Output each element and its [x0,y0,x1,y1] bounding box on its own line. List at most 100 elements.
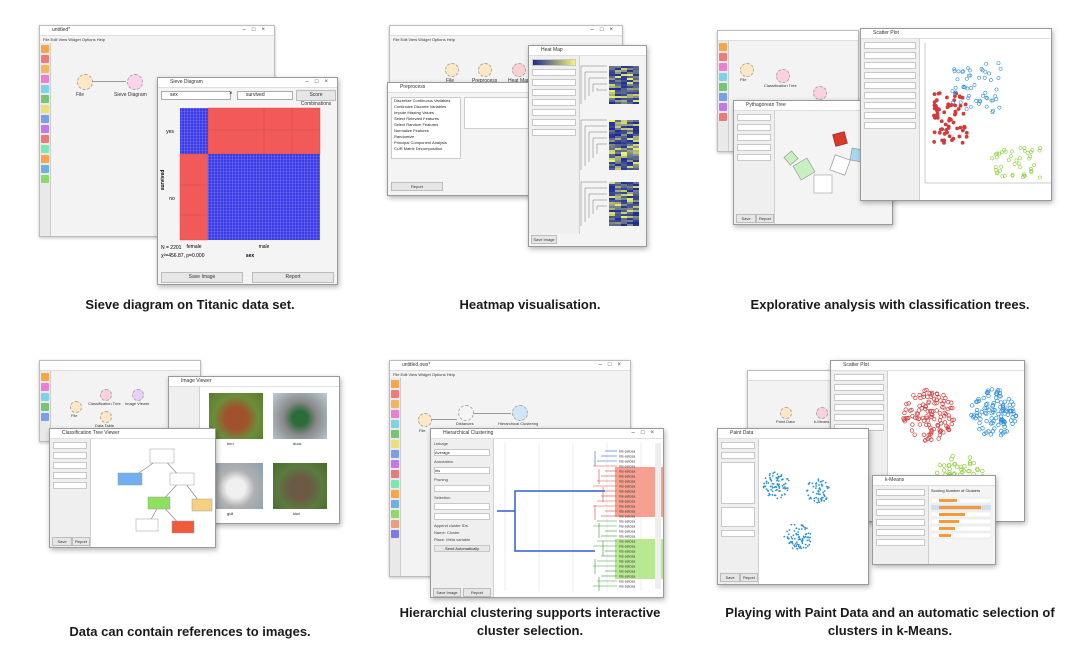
control-field[interactable] [532,79,576,86]
toolbox-icon[interactable] [719,43,727,51]
toolbox-icon[interactable] [41,125,49,133]
control-field[interactable] [532,99,576,106]
control-field[interactable] [721,462,755,504]
control-field[interactable] [532,109,576,116]
report-button[interactable]: Report [72,537,90,546]
widget-toolbox[interactable] [40,43,51,236]
control-field[interactable] [532,119,576,126]
menubar[interactable]: File Edit View Widget Options Help [390,36,622,43]
control-field[interactable] [53,442,87,449]
attr-x-select[interactable]: sex [161,91,231,100]
window-controls[interactable]: –□× [591,26,619,35]
paint-controls[interactable] [718,439,759,584]
toolbox-icon[interactable] [41,165,49,173]
toolbox-icon[interactable] [41,65,49,73]
preprocess-window[interactable]: Preprocess Discretize Continuous Variabl… [387,82,539,196]
file-node[interactable] [740,63,754,77]
hclust-controls[interactable]: Linkage Average Annotation iris Pruning … [431,439,494,597]
control-field[interactable] [864,82,916,89]
control-field[interactable] [53,452,87,459]
window-controls[interactable]: –□× [243,26,271,35]
scatter-plot-window[interactable]: Scatter Plot [860,28,1052,201]
control-field[interactable] [834,404,884,411]
toolbox-icon[interactable] [719,113,727,121]
file-node[interactable] [418,413,432,427]
control-field[interactable] [721,442,755,449]
control-field[interactable] [876,519,925,526]
menubar[interactable]: File Edit View Widget Options Help [40,36,274,43]
control-field[interactable] [876,489,925,496]
save-image-button[interactable]: Save Image [433,588,461,597]
window-controls[interactable]: –□× [632,429,660,438]
toolbox-icon[interactable] [41,95,49,103]
control-field[interactable] [864,122,916,129]
tree-node[interactable] [776,69,790,83]
toolbox-icon[interactable] [391,460,399,468]
viewer-node[interactable] [813,86,827,100]
control-field[interactable] [721,452,755,459]
heatmap-node[interactable] [512,63,526,77]
toolbox-icon[interactable] [41,155,49,163]
toolbox-icon[interactable] [41,145,49,153]
control-field[interactable] [834,414,884,421]
paint-canvas[interactable] [760,441,868,581]
control-field[interactable] [864,112,916,119]
kmeans-controls[interactable] [873,486,929,564]
toolbox-icon[interactable] [391,450,399,458]
swap-symbol[interactable]: × [229,91,233,97]
data-table-node[interactable] [100,411,112,423]
control-field[interactable] [864,92,916,99]
linkage-select[interactable]: Average [434,449,490,456]
save-image-button[interactable]: Save Image [720,573,740,584]
report-button[interactable]: Report [391,182,443,191]
toolbox-icon[interactable] [719,83,727,91]
control-field[interactable] [53,462,87,469]
tree-controls[interactable] [734,111,775,224]
widget-toolbox[interactable] [390,378,401,576]
toolbox-icon[interactable] [41,105,49,113]
name-value[interactable]: Cluster [447,530,460,535]
toolbox-icon[interactable] [391,490,399,498]
control-field[interactable] [721,507,755,527]
viewer-node[interactable] [132,389,144,401]
control-field[interactable] [532,89,576,96]
toolbox-icon[interactable] [391,500,399,508]
tree-viewer-window[interactable]: Classification Tree Viewer Save Image Re… [49,428,216,548]
toolbox-icon[interactable] [391,520,399,528]
toolbox-icon[interactable] [719,73,727,81]
control-field[interactable] [53,482,87,489]
control-field[interactable] [532,129,576,136]
toolbox-icon[interactable] [391,480,399,488]
heatmap-controls[interactable] [529,56,580,234]
clustering-node[interactable] [512,405,528,421]
selection-field[interactable] [434,503,490,510]
file-node[interactable] [77,74,93,90]
report-button[interactable]: Report [740,573,758,582]
control-field[interactable] [864,102,916,109]
report-button[interactable]: Report [463,588,491,597]
control-field[interactable] [737,144,771,151]
toolbox-icon[interactable] [719,63,727,71]
toolbox-icon[interactable] [719,53,727,61]
toolbox-icon[interactable] [391,390,399,398]
control-field[interactable] [876,529,925,536]
toolbox-icon[interactable] [391,410,399,418]
control-field[interactable] [864,42,916,49]
toolbox-icon[interactable] [41,403,49,411]
toolbox-icon[interactable] [391,530,399,538]
selection-field[interactable] [434,513,490,520]
toolbox-icon[interactable] [41,393,49,401]
preprocessor-list[interactable]: Discretize Continuous Variables Continuiz… [391,97,461,159]
toolbox-icon[interactable] [391,510,399,518]
toolbox-icon[interactable] [41,413,49,421]
control-field[interactable] [737,134,771,141]
toolbox-icon[interactable] [41,115,49,123]
report-button[interactable]: Report [252,272,334,283]
toolbox-icon[interactable] [391,470,399,478]
save-image-button[interactable]: Save Image [531,235,557,244]
scoring-bars[interactable] [931,496,991,556]
toolbox-icon[interactable] [391,420,399,428]
menubar[interactable]: File Edit View Widget Options Help [390,371,630,378]
hclust-window[interactable]: Hierarchical Clustering –□× Linkage Aver… [430,428,664,598]
heatmap-window[interactable]: Heat Map Save Image [528,45,647,247]
